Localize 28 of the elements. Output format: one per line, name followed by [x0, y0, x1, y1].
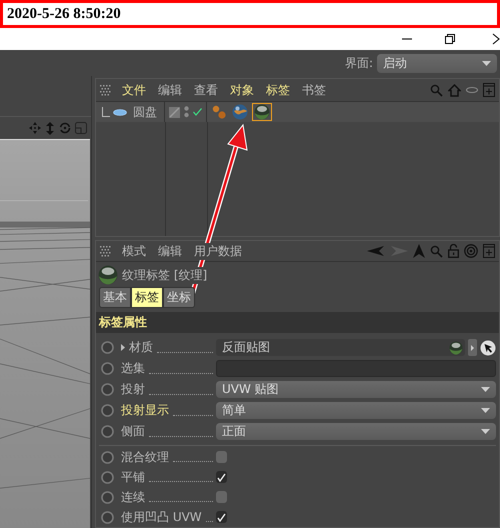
- section-header: 标签属性: [96, 312, 499, 333]
- tab[interactable]: 基本: [99, 287, 131, 308]
- tag-title: 纹理标签 [纹理]: [122, 266, 208, 284]
- field-label: 材质: [129, 339, 153, 356]
- dropdown[interactable]: 正面: [216, 423, 496, 440]
- menu-item[interactable]: 文件: [116, 82, 152, 98]
- menu-item[interactable]: 对象: [224, 82, 260, 98]
- field-label: 投射: [121, 381, 145, 398]
- menu-item[interactable]: 编辑: [152, 82, 188, 98]
- tab[interactable]: 标签: [131, 287, 163, 308]
- object-name[interactable]: 圆盘: [133, 104, 157, 120]
- layout-label: 界面:: [344, 54, 373, 72]
- option-label: 平铺: [121, 468, 145, 486]
- field-label: 投射显示: [121, 402, 169, 419]
- menu-item[interactable]: 查看: [188, 82, 224, 98]
- layout-dropdown[interactable]: 启动: [377, 54, 497, 72]
- tab[interactable]: 坐标: [163, 287, 195, 308]
- menu-item[interactable]: 书签: [296, 82, 332, 98]
- option-label: 使用凹凸 UVW: [121, 508, 202, 526]
- link-field[interactable]: 反面贴图: [216, 339, 465, 356]
- option-label: 混合纹理: [121, 448, 169, 466]
- dropdown[interactable]: 简单: [216, 402, 496, 419]
- dropdown[interactable]: UVW 贴图: [216, 381, 496, 398]
- menu-item[interactable]: 标签: [260, 82, 296, 98]
- option-label: 连续: [121, 488, 145, 506]
- field-label: 选集: [121, 360, 145, 377]
- timestamp: 2020-5-26 8:50:20: [7, 6, 121, 22]
- field-label: 侧面: [121, 423, 145, 440]
